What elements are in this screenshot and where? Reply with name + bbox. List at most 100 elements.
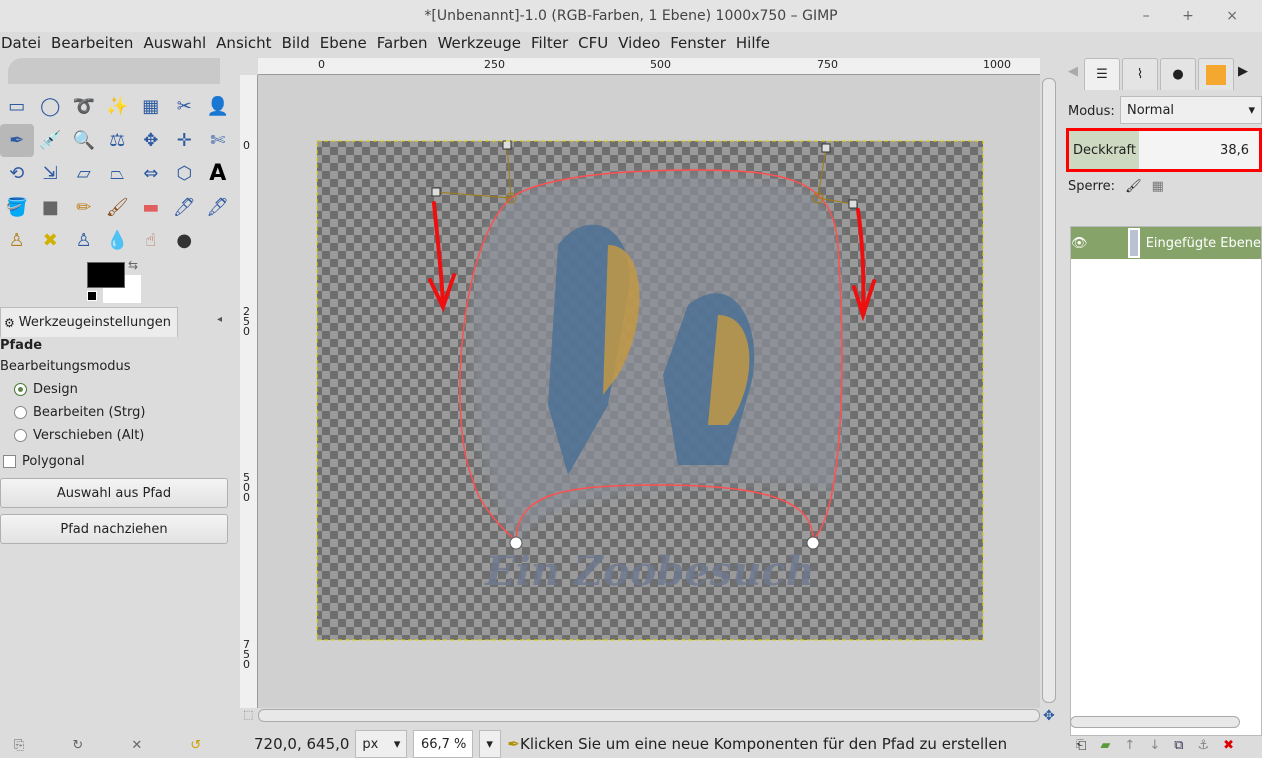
layers-hscrollbar[interactable] [1070,716,1240,728]
swap-colors-icon[interactable]: ⇆ [128,258,138,272]
horizontal-scrollbar[interactable] [258,709,1040,722]
new-group-icon[interactable]: ▰ [1100,738,1110,753]
vertical-scrollbar[interactable] [1042,58,1056,708]
menu-ebene[interactable]: Ebene [319,32,373,54]
delete-layer-icon[interactable]: ✖ [1223,738,1234,753]
menu-datei[interactable]: Datei [0,32,47,54]
anchor-icon[interactable]: ⚓ [1198,738,1210,753]
foreground-color-swatch[interactable] [87,262,125,288]
align-icon[interactable]: ✛ [168,124,202,158]
tab-gradients[interactable] [1198,58,1234,90]
tab-paths[interactable]: ⌇ [1122,58,1158,90]
rotate-icon[interactable]: ⟲ [0,157,34,191]
raise-layer-icon[interactable]: ↑ [1124,738,1135,753]
bucket-fill-icon[interactable]: 🪣 [0,191,34,225]
tab-scroll-right-icon[interactable]: ▶ [1238,64,1248,79]
tab-brushes[interactable]: ● [1160,58,1196,90]
tool-options-panel: Pfade Bearbeitungsmodus Design Bearbeite… [0,336,234,696]
move-icon[interactable]: ✥ [134,124,168,158]
color-select-icon[interactable]: ▦ [134,90,168,124]
menu-ansicht[interactable]: Ansicht [215,32,277,54]
mode-move-radio[interactable]: Verschieben (Alt) [0,424,234,447]
menu-bearbeiten[interactable]: Bearbeiten [50,32,139,54]
reset-colors-icon[interactable] [87,291,97,301]
menu-video[interactable]: Video [617,32,666,54]
color-picker-icon[interactable]: 💉 [34,124,68,158]
lock-pixels-icon[interactable]: 🖌 [1125,179,1142,194]
new-layer-icon[interactable]: ⎗ [1076,738,1086,753]
zoom-icon[interactable]: 🔍 [67,124,101,158]
duplicate-layer-icon[interactable]: ⧉ [1174,738,1183,753]
menu-farben[interactable]: Farben [376,32,434,54]
perspective-clone-icon[interactable]: ♙ [67,224,101,258]
tab-tool-options[interactable]: ⚙ Werkzeugeinstellungen [0,307,178,337]
tool-options-footer: ⎘ ↻ ✕ ↺ [14,738,201,753]
lock-alpha-icon[interactable]: ▦ [1152,179,1164,194]
navigate-icon[interactable]: ✥ [1043,708,1055,724]
text-icon[interactable]: A [201,157,235,191]
clone-icon[interactable]: ♙ [0,224,34,258]
lasso-icon[interactable]: ➰ [67,90,101,124]
scale-icon[interactable]: ⇲ [34,157,68,191]
paintbrush-icon[interactable]: 🖌 [101,191,135,225]
gradient-icon[interactable]: ■ [34,191,68,225]
menu-auswahl[interactable]: Auswahl [142,32,212,54]
perspective-icon[interactable]: ⏢ [101,157,135,191]
stroke-path-button[interactable]: Pfad nachziehen [0,514,228,544]
delete-options-icon[interactable]: ✕ [131,738,142,753]
menu-cfu[interactable]: CFU [577,32,614,54]
airbrush-icon[interactable]: 🖊 [168,191,202,225]
tab-layers[interactable]: ☰ [1084,58,1120,90]
path-anchor[interactable] [806,536,820,550]
measure-icon[interactable]: ⚖ [101,124,135,158]
tool-title: Pfade [0,338,43,353]
foreground-select-icon[interactable]: 👤 [201,90,235,124]
polygonal-checkbox[interactable]: Polygonal [0,450,234,473]
quick-mask-icon[interactable]: ⬚ [243,708,253,721]
pencil-icon[interactable]: ✏ [67,191,101,225]
reset-options-icon[interactable]: ↺ [190,738,201,753]
ruler-label: 250 [243,305,250,338]
unit-select[interactable]: px ▾ [355,730,408,758]
mode-edit-radio[interactable]: Bearbeiten (Strg) [0,401,234,424]
ellipse-select-icon[interactable]: ◯ [34,90,68,124]
menu-werkzeuge[interactable]: Werkzeuge [437,32,527,54]
window-controls[interactable]: – + × [1143,0,1252,32]
crop-icon[interactable]: ✄ [201,124,235,158]
unit-value: px [362,736,379,752]
path-anchor[interactable] [509,536,523,550]
scissors-icon[interactable]: ✂ [168,90,202,124]
smudge-icon[interactable]: ☝ [134,224,168,258]
menu-filter[interactable]: Filter [530,32,574,54]
tab-scroll-left-icon[interactable]: ◀ [1068,64,1078,79]
layer-row[interactable]: 👁 Eingefügte Ebene [1071,227,1261,259]
ink-icon[interactable]: 🖋 [201,191,235,225]
save-options-icon[interactable]: ⎘ [14,738,24,753]
dodge-burn-icon[interactable]: ● [168,224,202,258]
menu-bild[interactable]: Bild [281,32,316,54]
image-canvas[interactable]: Ein Zoobesuch [258,75,1040,708]
zoom-input[interactable]: 66,7 % [413,730,474,758]
heal-icon[interactable]: ✖ [34,224,68,258]
menu-fenster[interactable]: Fenster [669,32,732,54]
opacity-slider[interactable]: Deckkraft 38,6 [1066,128,1262,172]
blur-icon[interactable]: 💧 [101,224,135,258]
mode-design-radio[interactable]: Design [0,378,234,401]
paths-tool-icon[interactable]: ✒ [0,123,34,157]
menu-hilfe[interactable]: Hilfe [735,32,776,54]
eraser-icon[interactable]: ▬ [134,191,168,225]
flip-icon[interactable]: ⇔ [134,157,168,191]
radio-label: Design [33,382,78,397]
fuzzy-select-icon[interactable]: ✨ [101,90,135,124]
zoom-dropdown-icon[interactable]: ▾ [479,730,502,758]
shear-icon[interactable]: ▱ [67,157,101,191]
rect-select-icon[interactable]: ▭ [0,90,34,124]
cage-icon[interactable]: ⬡ [168,157,202,191]
eye-icon[interactable]: 👁 [1071,236,1088,251]
restore-options-icon[interactable]: ↻ [72,738,83,753]
mode-select[interactable]: Normal ▾ [1120,96,1262,124]
lower-layer-icon[interactable]: ↓ [1149,738,1160,753]
tab-menu-icon[interactable]: ◂ [217,314,222,325]
selection-from-path-button[interactable]: Auswahl aus Pfad [0,478,228,508]
vertical-ruler: 0 250 500 750 [240,75,258,708]
